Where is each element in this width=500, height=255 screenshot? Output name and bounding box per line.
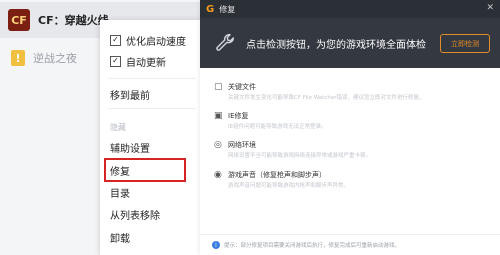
menu-item-label: 移到最前 — [110, 90, 150, 102]
sound-icon: ◉ — [214, 170, 222, 180]
check-desc: IE组件问题可能导致游戏无法正常登录。 — [228, 124, 327, 130]
menu-item-label: 优化启动速度 — [126, 36, 186, 48]
menu-item-remove-from-list[interactable]: 从列表移除 — [110, 204, 160, 224]
checkbox-icon[interactable]: ✓ — [110, 55, 121, 67]
ie-icon: ▣ — [214, 111, 223, 121]
dialog-banner: 点击检测按钮，为您的游戏环境全面体检 立即检测 — [200, 18, 500, 68]
check-title: 关键文件 — [228, 83, 256, 91]
check-title: IE修复 — [228, 112, 249, 120]
menu-item-uninstall[interactable]: 卸载 — [110, 227, 130, 247]
check-desc: 关键文件发生变化可能导致CF File Watcher错误，建议您立即对文件进行… — [228, 95, 425, 101]
menu-item-label: 目录 — [110, 188, 130, 200]
check-title: 游戏声音（修复枪声和脚步声） — [228, 171, 326, 179]
game-name: 逆战之夜 — [33, 52, 77, 65]
checkbox-icon[interactable]: ✓ — [110, 34, 121, 46]
game-name: CF：穿越火线 — [38, 14, 109, 27]
dialog-footer: i 提示：部分修复项目需要关闭游戏后执行，修复完成后可重新启动游戏。 — [200, 234, 500, 255]
globe-icon: ◎ — [214, 140, 222, 150]
menu-item-hide[interactable]: 隐藏 — [110, 117, 126, 137]
menu-item-label: 隐藏 — [110, 122, 126, 132]
menu-item-label: 卸载 — [110, 233, 130, 245]
info-icon: i — [212, 241, 220, 249]
menu-item-move-to-top[interactable]: 移到最前 — [110, 84, 150, 104]
repair-highlight-box — [104, 158, 186, 182]
menu-item-label: 辅助设置 — [110, 143, 150, 155]
check-title: 网络环境 — [228, 141, 256, 149]
check-item-network: ◎ 网络环境 网络设置不当可能导致游戏网络连接异常或游戏严重卡顿。 — [214, 140, 494, 166]
repair-dialog: G 修复 ✕ 点击检测按钮，为您的游戏环境全面体检 立即检测 ▢ 关键文件 关键… — [200, 0, 500, 255]
menu-item-assist-settings[interactable]: 辅助设置 — [110, 137, 150, 157]
menu-item-auto-update[interactable]: ✓ 自动更新 — [110, 51, 166, 71]
menu-item-optimize-startup[interactable]: ✓ 优化启动速度 — [110, 30, 186, 50]
wrench-icon — [216, 34, 234, 51]
menu-item-label: 自动更新 — [126, 57, 166, 69]
menu-item-directory[interactable]: 目录 — [110, 182, 130, 202]
dialog-titlebar: G 修复 ✕ — [200, 0, 500, 18]
app-logo-icon: G — [206, 3, 215, 15]
cf-logo-icon: CF — [8, 9, 30, 31]
menu-divider — [108, 108, 196, 109]
check-desc: 网络设置不当可能导致游戏网络连接异常或游戏严重卡顿。 — [228, 153, 372, 159]
check-now-button[interactable]: 立即检测 — [440, 34, 490, 53]
context-menu: ✓ 优化启动速度 ✓ 自动更新 移到最前 隐藏 辅助设置 修复 目录 从列表移除… — [100, 20, 204, 255]
close-icon[interactable]: ✕ — [486, 3, 494, 13]
check-item-ie-repair: ▣ IE修复 IE组件问题可能导致游戏无法正常登录。 — [214, 111, 494, 137]
check-desc: 游戏声音问题可能导致游戏内枪声和脚步声异常。 — [228, 183, 350, 189]
footer-text: 提示：部分修复项目需要关闭游戏后执行，修复完成后可重新启动游戏。 — [224, 243, 401, 249]
menu-item-label: 从列表移除 — [110, 210, 160, 222]
banner-text: 点击检测按钮，为您的游戏环境全面体检 — [246, 39, 426, 51]
game-logo-icon: ! — [11, 50, 25, 66]
file-icon: ▢ — [214, 82, 223, 92]
menu-divider — [108, 78, 196, 79]
check-item-key-files: ▢ 关键文件 关键文件发生变化可能导致CF File Watcher错误，建议您… — [214, 82, 494, 108]
check-item-game-sound: ◉ 游戏声音（修复枪声和脚步声） 游戏声音问题可能导致游戏内枪声和脚步声异常。 — [214, 170, 494, 196]
dialog-title: 修复 — [219, 4, 236, 14]
